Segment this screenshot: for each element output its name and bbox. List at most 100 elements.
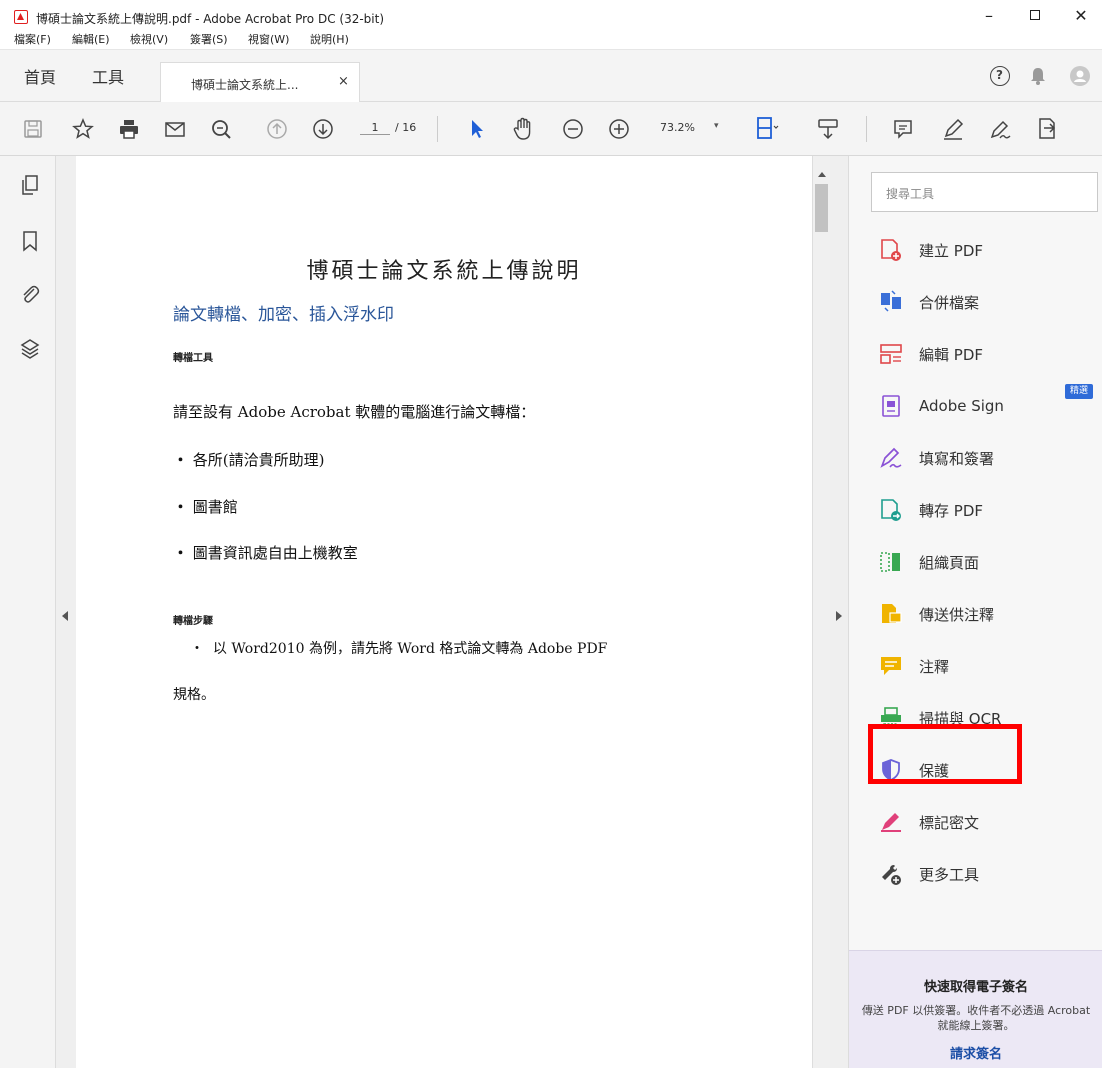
request-signature-link[interactable]: 請求簽名 bbox=[849, 1043, 1102, 1062]
menu-window[interactable]: 視窗(W) bbox=[248, 30, 289, 50]
create-pdf-icon bbox=[881, 239, 901, 261]
tab-home[interactable]: 首頁 bbox=[24, 64, 56, 88]
tab-tools[interactable]: 工具 bbox=[92, 64, 124, 88]
tab-document[interactable]: 博碩士論文系統上... × bbox=[160, 62, 360, 102]
user-avatar-icon[interactable] bbox=[1070, 66, 1090, 86]
menu-view[interactable]: 檢視(V) bbox=[130, 30, 168, 50]
maximize-button[interactable] bbox=[1012, 0, 1058, 30]
tool-label: 更多工具 bbox=[919, 865, 980, 884]
tool-search-input[interactable]: 搜尋工具 bbox=[871, 172, 1098, 212]
left-navigation-pane bbox=[0, 156, 56, 1068]
tool-fill-sign[interactable]: 填寫和簽署 bbox=[879, 444, 994, 472]
maximize-icon bbox=[1030, 10, 1040, 20]
bullet-mark: ・ bbox=[173, 498, 189, 516]
protect-highlight-box bbox=[868, 724, 1022, 784]
arrow-up-circle-icon bbox=[267, 119, 287, 139]
tool-export-pdf[interactable]: 轉存 PDF bbox=[879, 496, 983, 524]
print-button[interactable] bbox=[116, 116, 142, 142]
previous-page-button[interactable] bbox=[264, 116, 290, 142]
page-fit-button[interactable] bbox=[755, 116, 781, 142]
layers-icon[interactable] bbox=[20, 338, 40, 360]
title-bar: 博碩士論文系統上傳說明.pdf - Adobe Acrobat Pro DC (… bbox=[0, 0, 1102, 30]
star-icon bbox=[72, 118, 94, 139]
fit-page-icon bbox=[757, 117, 779, 139]
attachment-paperclip-icon[interactable] bbox=[20, 284, 40, 306]
list-item: ・ 各所(請洽貴所助理) bbox=[173, 449, 325, 470]
left-pane-collapse-toggle[interactable] bbox=[56, 156, 76, 1068]
scroll-up-arrow-icon[interactable] bbox=[818, 172, 826, 177]
tools-pane: 搜尋工具 建立 PDF 合併檔案 編輯 PDF 精選 Adobe Sign 填寫… bbox=[848, 156, 1102, 1068]
save-icon bbox=[24, 120, 42, 138]
menu-help[interactable]: 說明(H) bbox=[310, 30, 349, 50]
tool-label: 編輯 PDF bbox=[919, 345, 983, 364]
tool-redact[interactable]: 標記密文 bbox=[879, 808, 979, 836]
bookmarks-icon[interactable] bbox=[20, 230, 40, 252]
close-tab-icon[interactable]: × bbox=[338, 74, 349, 89]
tool-adobe-sign[interactable]: Adobe Sign bbox=[879, 392, 1004, 420]
tool-label: 標記密文 bbox=[919, 813, 980, 832]
menu-sign[interactable]: 簽署(S) bbox=[190, 30, 228, 50]
save-button[interactable] bbox=[20, 116, 46, 142]
zoom-in-button[interactable] bbox=[606, 116, 632, 142]
chevron-down-icon[interactable]: ▾ bbox=[714, 121, 719, 131]
tool-organize-pages[interactable]: 組織頁面 bbox=[879, 548, 979, 576]
section-heading-steps: 轉檔步驟 bbox=[173, 616, 213, 627]
share-tool-button[interactable] bbox=[1034, 116, 1060, 142]
scroll-mode-icon bbox=[818, 119, 838, 140]
collapse-left-arrow-icon bbox=[62, 611, 68, 621]
document-scrollbar[interactable] bbox=[812, 156, 830, 1068]
help-icon[interactable]: ? bbox=[990, 66, 1010, 86]
keyboard-tools-button[interactable] bbox=[815, 116, 841, 142]
tool-combine-files[interactable]: 合併檔案 bbox=[879, 288, 979, 316]
tool-label: 合併檔案 bbox=[919, 293, 980, 312]
hand-tool-button[interactable] bbox=[510, 116, 536, 142]
pen-icon bbox=[944, 118, 964, 140]
bullet-mark: ・ bbox=[173, 544, 189, 562]
arrow-down-circle-icon bbox=[313, 119, 333, 139]
highlight-tool-button[interactable] bbox=[940, 116, 966, 142]
bookmark-star-button[interactable] bbox=[70, 116, 96, 142]
sign-tool-button[interactable] bbox=[988, 116, 1014, 142]
select-tool-button[interactable] bbox=[464, 116, 490, 142]
menu-file[interactable]: 檔案(F) bbox=[14, 30, 51, 50]
comment-icon bbox=[881, 657, 901, 675]
tool-comment[interactable]: 注釋 bbox=[879, 652, 949, 680]
document-page[interactable]: 博碩士論文系統上傳說明 論文轉檔、加密、插入浮水印 轉檔工具 請至設有 Adob… bbox=[76, 156, 812, 1068]
email-button[interactable] bbox=[162, 116, 188, 142]
plus-circle-icon bbox=[609, 119, 629, 139]
close-button[interactable]: ✕ bbox=[1058, 0, 1102, 30]
stamp-icon bbox=[1039, 118, 1056, 139]
more-tools-wrench-icon bbox=[882, 865, 901, 885]
redact-icon bbox=[881, 813, 901, 832]
tool-more-tools[interactable]: 更多工具 bbox=[879, 860, 979, 888]
tool-send-for-comment[interactable]: 傳送供注釋 bbox=[879, 600, 994, 628]
page-number-input[interactable]: 1 bbox=[360, 121, 390, 135]
menu-edit[interactable]: 編輯(E) bbox=[72, 30, 110, 50]
featured-badge: 精選 bbox=[1065, 384, 1094, 399]
step-paragraph-continued: 規格。 bbox=[173, 687, 215, 703]
zoom-level-select[interactable]: 73.2% bbox=[660, 121, 695, 134]
tool-create-pdf[interactable]: 建立 PDF bbox=[879, 236, 983, 264]
organize-pages-icon bbox=[880, 552, 900, 572]
magnifier-icon bbox=[212, 120, 231, 139]
window-title: 博碩士論文系統上傳說明.pdf - Adobe Acrobat Pro DC (… bbox=[36, 12, 385, 26]
notification-bell-icon[interactable] bbox=[1030, 66, 1046, 86]
minimize-button[interactable]: – bbox=[966, 0, 1012, 30]
toolbar-divider bbox=[866, 116, 867, 142]
page-thumbnails-icon[interactable] bbox=[20, 174, 40, 196]
acrobat-app-icon bbox=[14, 10, 28, 24]
zoom-out-button[interactable] bbox=[560, 116, 586, 142]
signature-icon bbox=[990, 120, 1011, 139]
tool-edit-pdf[interactable]: 編輯 PDF bbox=[879, 340, 983, 368]
hand-icon bbox=[513, 117, 531, 140]
next-page-button[interactable] bbox=[310, 116, 336, 142]
step-bullet: ・ bbox=[190, 641, 204, 657]
main-toolbar: 1 / 16 73.2% ▾ bbox=[0, 102, 1102, 156]
export-pdf-icon bbox=[881, 499, 901, 521]
right-pane-collapse-toggle[interactable] bbox=[830, 156, 848, 1068]
minus-circle-icon bbox=[563, 119, 583, 139]
scrollbar-thumb[interactable] bbox=[815, 184, 828, 232]
tab-bar: 首頁 工具 博碩士論文系統上... × ? bbox=[0, 50, 1102, 102]
zoom-search-button[interactable] bbox=[208, 116, 234, 142]
comment-tool-button[interactable] bbox=[890, 116, 916, 142]
